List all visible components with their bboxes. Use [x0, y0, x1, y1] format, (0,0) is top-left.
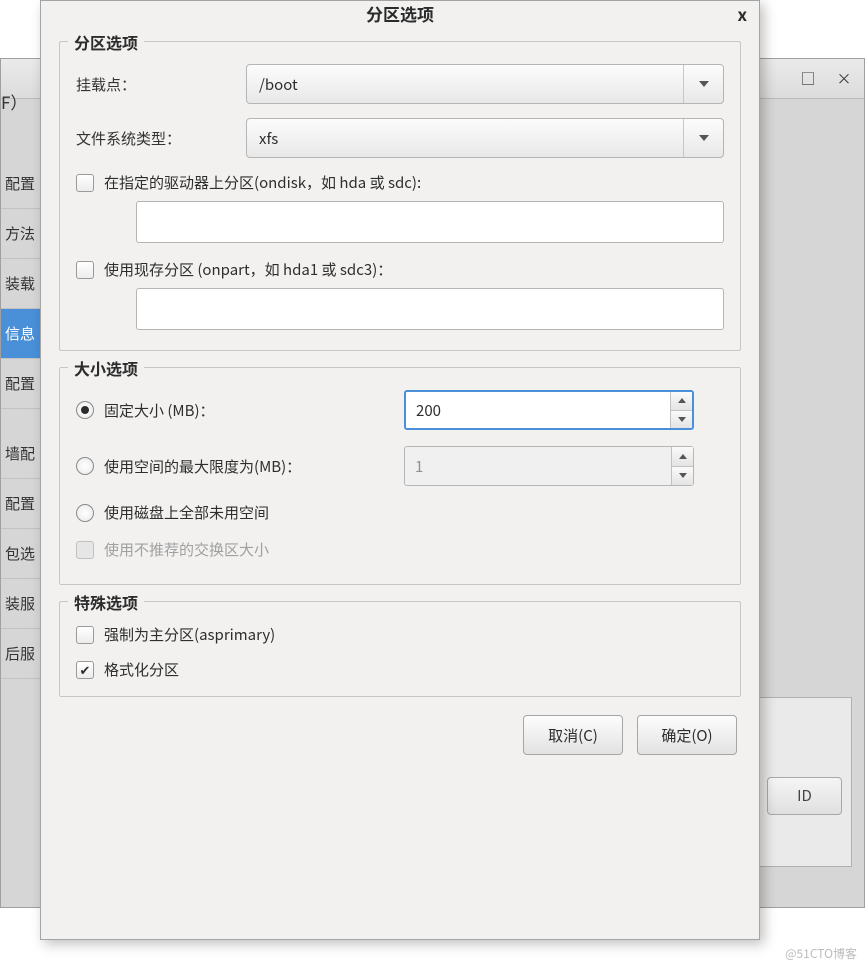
fixed-size-label: 固定大小 (MB)：	[104, 400, 394, 421]
ondisk-input[interactable]	[136, 201, 724, 243]
mount-point-combo[interactable]: /boot	[246, 64, 724, 104]
bg-maximize-button[interactable]: □	[796, 67, 820, 91]
all-free-label: 使用磁盘上全部未用空间	[104, 502, 269, 523]
asprimary-label: 强制为主分区(asprimary)	[104, 624, 275, 645]
asprimary-checkbox[interactable]	[76, 626, 94, 644]
partition-options-dialog: 分区选项 x 分区选项 挂载点： /boot 文件系统类型： xfs	[40, 0, 760, 940]
bg-sidebar-item[interactable]: 信息	[1, 309, 41, 359]
bg-sidebar-item[interactable]: 配置	[1, 159, 41, 209]
bg-close-button[interactable]: ×	[832, 67, 856, 91]
bg-sidebar-item[interactable]: 包选	[1, 529, 41, 579]
spin-up-icon	[672, 447, 693, 467]
dialog-titlebar: 分区选项 x	[41, 1, 759, 29]
ondisk-label: 在指定的驱动器上分区(ondisk，如 hda 或 sdc):	[104, 172, 421, 193]
dialog-close-button[interactable]: x	[737, 1, 747, 26]
fs-type-value: xfs	[259, 128, 278, 149]
onpart-label: 使用现存分区 (onpart，如 hda1 或 sdc3)：	[104, 259, 392, 280]
max-size-label: 使用空间的最大限度为(MB)：	[104, 456, 394, 477]
fixed-size-radio[interactable]	[76, 401, 94, 419]
onpart-checkbox[interactable]	[76, 261, 94, 279]
partition-options-frame: 分区选项 挂载点： /boot 文件系统类型： xfs 在指定的驱动器上分区(o…	[59, 41, 741, 351]
bg-id-button[interactable]: ID	[767, 777, 842, 815]
bg-left-label: F）	[1, 89, 31, 129]
dropdown-arrow-icon[interactable]	[683, 119, 723, 157]
swap-rec-checkbox	[76, 541, 94, 559]
spin-up-icon[interactable]	[671, 392, 692, 411]
format-checkbox[interactable]	[76, 661, 94, 679]
bg-sidebar-item[interactable]: 配置	[1, 359, 41, 409]
swap-rec-label: 使用不推荐的交换区大小	[104, 539, 269, 560]
frame-title: 大小选项	[68, 356, 144, 380]
size-options-frame: 大小选项 固定大小 (MB)： 200 使用空间的最大限度为(MB)： 1	[59, 367, 741, 585]
max-size-value: 1	[405, 456, 671, 477]
dialog-title: 分区选项	[366, 1, 434, 26]
mount-point-value: /boot	[259, 74, 298, 95]
bg-sidebar-item[interactable]: 配置	[1, 479, 41, 529]
dropdown-arrow-icon[interactable]	[683, 65, 723, 103]
max-size-spin: 1	[404, 446, 694, 486]
fs-type-label: 文件系统类型：	[76, 128, 236, 149]
bg-sidebar-item[interactable]: 方法	[1, 209, 41, 259]
special-options-frame: 特殊选项 强制为主分区(asprimary) 格式化分区	[59, 601, 741, 697]
bg-sidebar-item[interactable]: 后服	[1, 629, 41, 679]
onpart-input[interactable]	[136, 288, 724, 330]
mount-point-label: 挂载点：	[76, 74, 236, 95]
ok-button[interactable]: 确定(O)	[637, 715, 737, 755]
cancel-button[interactable]: 取消(C)	[523, 715, 623, 755]
bg-sidebar: 配置 方法 装载 信息 配置 墙配 配置 包选 装服 后服	[1, 159, 41, 679]
watermark: @51CTO博客	[785, 945, 857, 962]
frame-title: 分区选项	[68, 30, 144, 54]
ondisk-checkbox[interactable]	[76, 174, 94, 192]
format-label: 格式化分区	[104, 659, 179, 680]
spin-down-icon	[672, 467, 693, 486]
bg-sidebar-item[interactable]: 墙配	[1, 429, 41, 479]
fs-type-combo[interactable]: xfs	[246, 118, 724, 158]
bg-sidebar-item[interactable]: 装服	[1, 579, 41, 629]
dialog-actions: 取消(C) 确定(O)	[59, 715, 741, 755]
max-size-radio[interactable]	[76, 457, 94, 475]
fixed-size-spin[interactable]: 200	[404, 390, 694, 430]
all-free-radio[interactable]	[76, 504, 94, 522]
frame-title: 特殊选项	[68, 590, 144, 614]
fixed-size-value: 200	[406, 400, 670, 421]
bg-sidebar-item[interactable]: 装载	[1, 259, 41, 309]
spin-down-icon[interactable]	[671, 411, 692, 429]
